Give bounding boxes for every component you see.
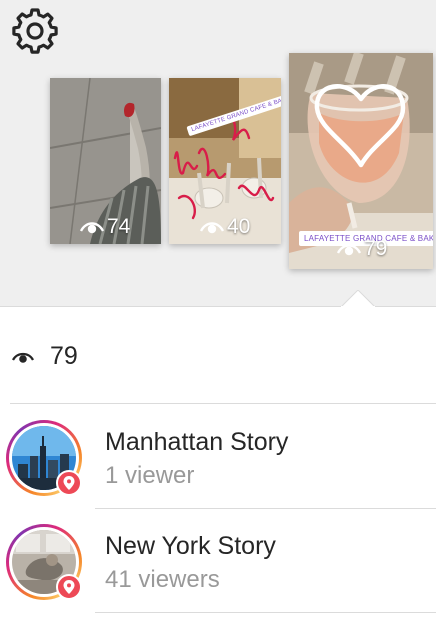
list-divider xyxy=(95,612,436,613)
views-count-3-value: 79 xyxy=(364,237,388,260)
selection-caret xyxy=(341,290,375,307)
location-pin-icon xyxy=(63,580,75,594)
location-pin-badge xyxy=(56,470,82,496)
story-thumbnail-1[interactable]: 74 xyxy=(50,78,161,244)
views-count-2: 40 xyxy=(200,215,250,239)
location-pin-badge xyxy=(56,574,82,600)
views-count-3: 79 xyxy=(337,237,387,261)
story-list-item-new-york[interactable]: New York Story 41 viewers xyxy=(0,508,436,608)
location-pin-icon xyxy=(63,476,75,490)
views-count-1: 74 xyxy=(80,215,130,239)
story-thumbnail-3[interactable]: LAFAYETTE GRAND CAFE & BAKERY 79 xyxy=(289,53,433,269)
gear-icon[interactable] xyxy=(12,8,58,54)
story-viewers: 1 viewer xyxy=(105,462,195,489)
story-title: Manhattan Story xyxy=(105,428,289,456)
views-count-2-value: 40 xyxy=(227,215,251,238)
story-thumbnail-2[interactable]: LAFAYETTE GRAND CAFE & BAKERY 40 xyxy=(169,78,281,244)
eye-icon xyxy=(337,244,361,256)
eye-icon xyxy=(12,352,34,363)
story-thumbnails-panel: 74 LAFAYETTE GRAND CAFE & BAKERY 40 LAFA… xyxy=(0,0,436,306)
story-list-item-manhattan[interactable]: Manhattan Story 1 viewer xyxy=(0,404,436,504)
viewer-count[interactable]: 79 xyxy=(12,342,78,371)
views-count-1-value: 74 xyxy=(107,215,131,238)
story-title: New York Story xyxy=(105,532,276,560)
eye-icon xyxy=(80,222,104,234)
story-viewers: 41 viewers xyxy=(105,566,220,593)
viewer-count-value: 79 xyxy=(50,342,78,370)
eye-icon xyxy=(200,222,224,234)
